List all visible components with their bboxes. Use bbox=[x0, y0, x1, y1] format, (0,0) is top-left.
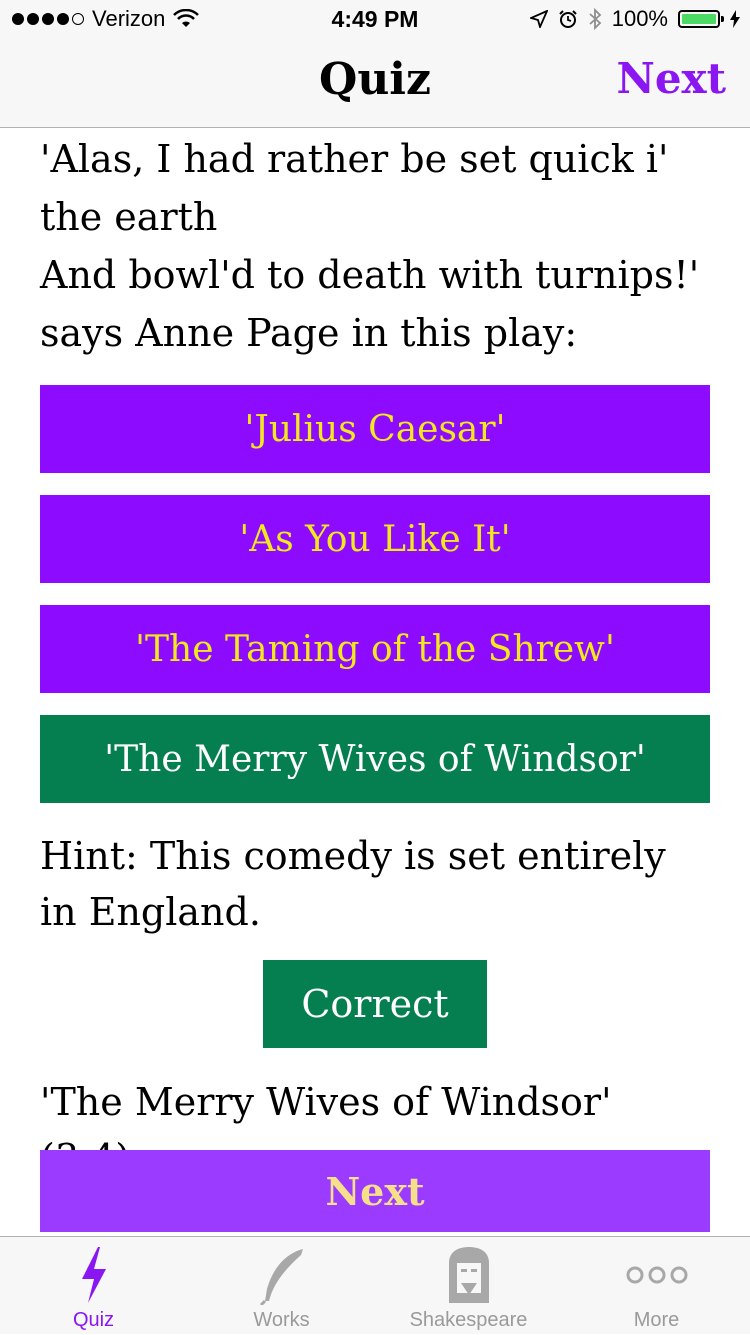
battery-icon bbox=[678, 10, 724, 28]
navigation-bar: Quiz Next bbox=[0, 40, 750, 128]
battery-fill bbox=[682, 14, 716, 24]
charging-bolt-icon bbox=[730, 10, 740, 28]
answer-button-4-correct[interactable]: 'The Merry Wives of Windsor' bbox=[40, 715, 710, 803]
battery-percent: 100% bbox=[611, 6, 668, 31]
tab-works[interactable]: Works bbox=[188, 1237, 375, 1335]
tab-label: Shakespeare bbox=[409, 1309, 528, 1331]
hint-text: Hint: This comedy is set entirely in Eng… bbox=[40, 834, 666, 934]
bluetooth-icon bbox=[589, 8, 602, 30]
tab-quiz[interactable]: Quiz bbox=[0, 1237, 187, 1335]
status-right: 100% bbox=[529, 6, 740, 32]
status-bar: Verizon 4:49 PM 100% bbox=[0, 0, 750, 40]
lightning-icon bbox=[81, 1247, 106, 1303]
alarm-clock-icon bbox=[559, 10, 577, 28]
tab-label: More bbox=[633, 1309, 680, 1331]
tab-shakespeare[interactable]: Shakespeare bbox=[375, 1237, 562, 1335]
tab-label: Quiz bbox=[72, 1309, 115, 1331]
quiz-content: 'Alas, I had rather be set quick i' the … bbox=[40, 128, 710, 1232]
tab-more[interactable]: More bbox=[563, 1237, 750, 1335]
shakespeare-face-icon bbox=[448, 1247, 489, 1303]
tab-bar: Quiz Works Shakespeare More bbox=[0, 1236, 750, 1334]
quill-icon bbox=[259, 1249, 303, 1305]
answer-button-1[interactable]: 'Julius Caesar' bbox=[40, 385, 710, 473]
battery-tip bbox=[721, 16, 724, 22]
nav-next-button[interactable]: Next bbox=[616, 54, 726, 103]
answer-button-2[interactable]: 'As You Like It' bbox=[40, 495, 710, 583]
result-badge: Correct bbox=[263, 960, 487, 1048]
quiz-question: 'Alas, I had rather be set quick i' the … bbox=[40, 137, 700, 355]
tab-label: Works bbox=[253, 1309, 310, 1331]
answer-button-3[interactable]: 'The Taming of the Shrew' bbox=[40, 605, 710, 693]
location-arrow-icon bbox=[529, 10, 548, 28]
next-question-button[interactable]: Next bbox=[40, 1150, 710, 1232]
more-dots-icon bbox=[626, 1266, 687, 1284]
